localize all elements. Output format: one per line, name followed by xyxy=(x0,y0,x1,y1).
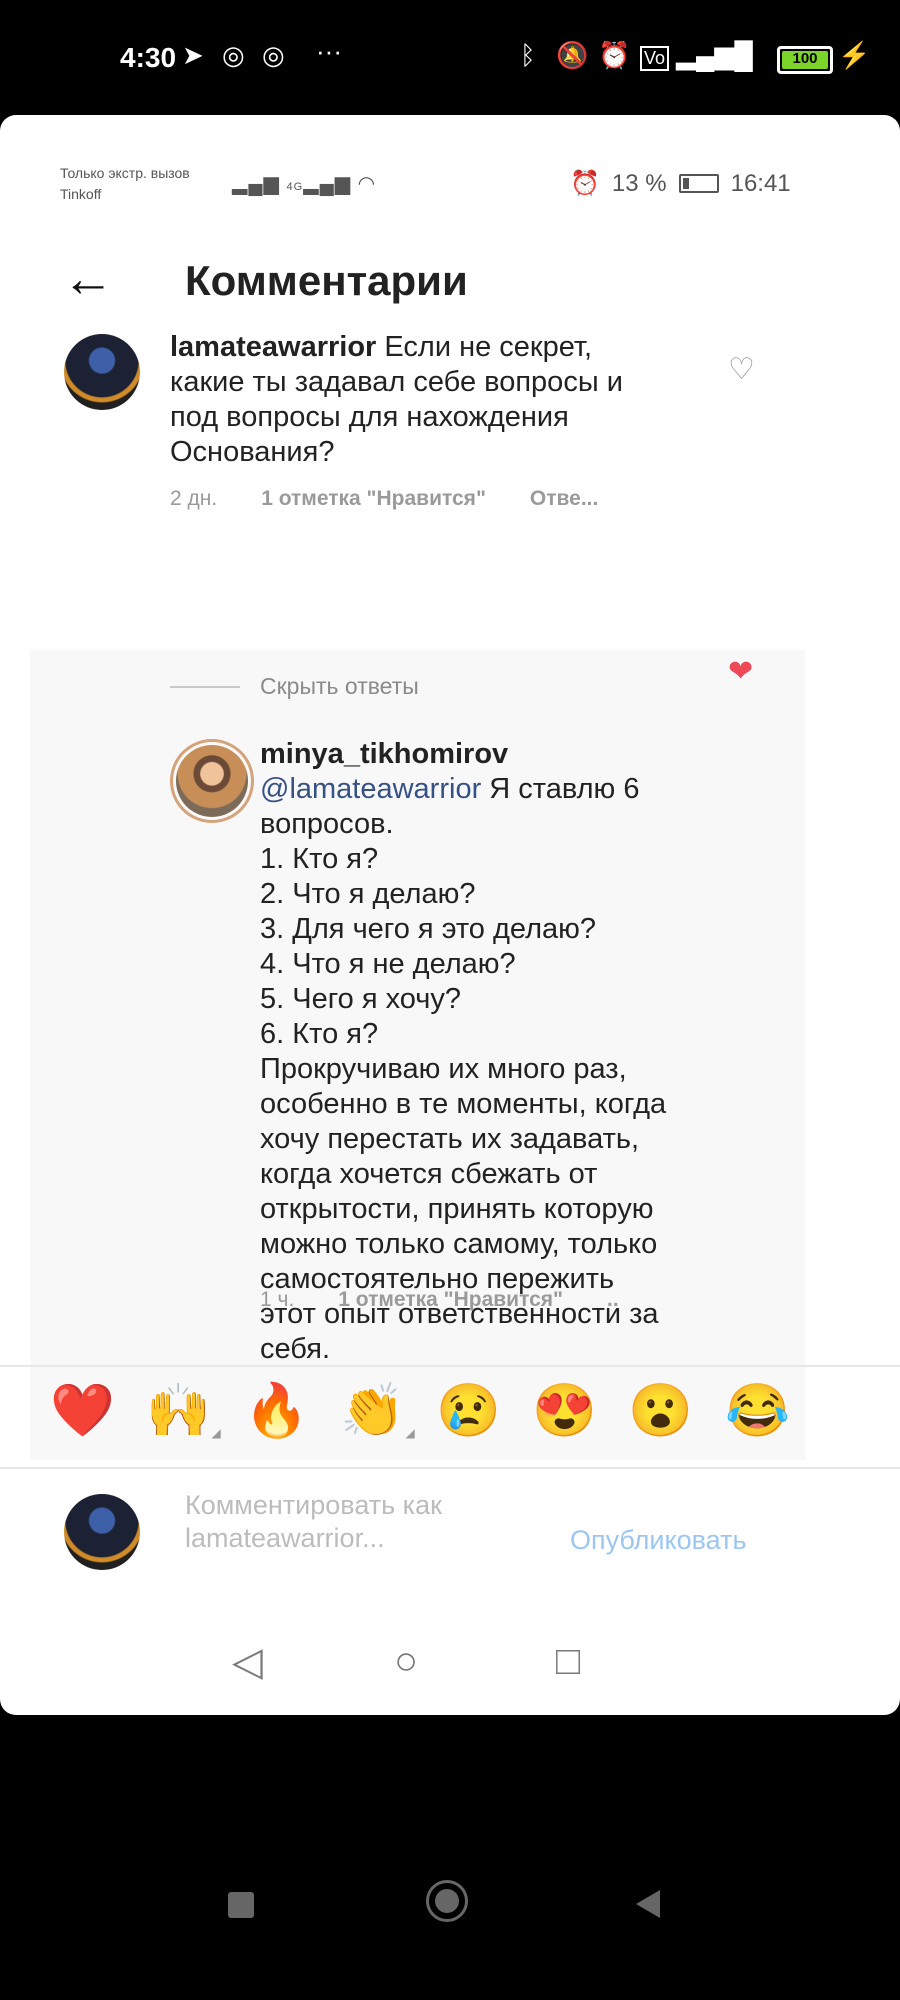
nav-home-icon[interactable]: ○ xyxy=(394,1639,418,1684)
more-options[interactable]: .. xyxy=(607,1288,619,1312)
home-icon[interactable] xyxy=(426,1880,468,1922)
more-notifications: ··· xyxy=(316,36,342,66)
reply-username[interactable]: minya_tikhomirov xyxy=(260,737,720,772)
reply-line: Прокручиваю их много раз, xyxy=(260,1053,627,1085)
reply-comment: minya_tikhomirov @lamateawarrior Я ставл… xyxy=(260,737,720,1367)
heart-eyes-reaction[interactable]: 😍 xyxy=(532,1385,597,1437)
carrier-line1: Только экстр. вызов xyxy=(60,165,190,181)
divider xyxy=(170,685,240,688)
reply-line: вопросов. xyxy=(260,808,394,840)
reply-mention[interactable]: @lamateawarrior xyxy=(260,773,481,805)
outer-status-bar: 4:30 ➤ ◎ ◎ ··· ᛒ 🔕 ⏰ Vo ▂▄▆█ ◠ 100 ⚡ xyxy=(0,0,900,115)
hide-replies-button[interactable]: Скрыть ответы xyxy=(170,673,419,700)
reply-line: хочу перестать их задавать, xyxy=(260,1123,640,1155)
comment-composer: Комментировать как lamateawarrior... Опу… xyxy=(0,1467,900,1617)
publish-button[interactable]: Опубликовать xyxy=(570,1525,747,1556)
bluetooth-icon: ᛒ xyxy=(520,40,536,70)
comment-age: 2 дн. xyxy=(170,487,218,510)
reply-line: особенно в те моменты, когда xyxy=(260,1088,667,1120)
astonished-face-reaction[interactable]: 😮 xyxy=(628,1385,693,1437)
inner-status-bar: Только экстр. вызов Tinkoff ▂▄▆ 4G▂▄▆ ◠ … xyxy=(0,115,900,225)
volte-icon: Vo xyxy=(640,46,670,71)
battery-label: 100 xyxy=(792,50,818,67)
comments-header: ← Комментарии xyxy=(0,225,900,335)
reply-avatar[interactable] xyxy=(170,739,254,823)
comment-likes[interactable]: 1 отметка "Нравится" xyxy=(261,487,486,511)
reply-line: можно только самому, только xyxy=(260,1228,658,1260)
nav-recents-icon[interactable]: □ xyxy=(556,1639,580,1684)
reaction-bar: ❤️ 🙌 ◢ 🔥 👏 ◢ 😢 😍 😮 😂 xyxy=(0,1365,900,1469)
arrow-left-icon[interactable]: ← xyxy=(62,253,114,305)
avatar[interactable] xyxy=(64,334,140,410)
instagram-icon: ◎ xyxy=(222,40,245,70)
comment-username[interactable]: lamateawarrior xyxy=(170,331,376,363)
comment-meta: 2 дн. 1 отметка "Нравится" Отве... xyxy=(170,487,598,511)
comment: lamateawarrior Если не секрет, какие ты … xyxy=(170,330,640,470)
heart-filled-icon[interactable]: ❤ xyxy=(728,657,753,687)
instagram-icon: ◎ xyxy=(262,40,285,70)
charging-icon: ⚡ xyxy=(838,40,871,70)
composer-avatar xyxy=(64,1494,140,1570)
alarm-icon: ⏰ xyxy=(598,40,631,70)
inner-time: 16:41 xyxy=(730,169,791,197)
tears-of-joy-reaction[interactable]: 😂 xyxy=(725,1385,790,1437)
signal-icon: ▂▄▆ 4G▂▄▆ ◠ xyxy=(232,173,377,195)
reply-line: Я ставлю 6 xyxy=(489,773,640,805)
reply-line: 3. Для чего я это делаю? xyxy=(260,913,597,945)
nav-back-icon[interactable]: ◁ xyxy=(232,1639,263,1685)
reply-line: себя. xyxy=(260,1333,331,1365)
reply-age: 1 ч. xyxy=(260,1288,295,1311)
battery-percent: 13 % xyxy=(611,169,667,197)
comment-text-block: lamateawarrior Если не секрет, какие ты … xyxy=(170,330,640,470)
recents-icon[interactable] xyxy=(228,1892,254,1918)
clapping-hands-reaction[interactable]: 👏 ◢ xyxy=(340,1382,415,1440)
variant-indicator-icon: ◢ xyxy=(211,1426,221,1440)
crying-face-reaction[interactable]: 😢 xyxy=(436,1385,501,1437)
reply-meta: 1 ч. 1 отметка "Нравится" .. xyxy=(260,1288,619,1312)
clapping-hands-emoji: 👏 xyxy=(340,1382,405,1440)
carrier-line2: Tinkoff xyxy=(60,186,102,202)
telegram-icon: ➤ xyxy=(182,40,204,70)
reply-likes[interactable]: 1 отметка "Нравится" xyxy=(338,1288,563,1312)
reply-button[interactable]: Отве... xyxy=(530,487,598,511)
reply-line: 1. Кто я? xyxy=(260,843,379,875)
reply-line: 5. Чего я хочу? xyxy=(260,983,461,1015)
screenshot-card: Только экстр. вызов Tinkoff ▂▄▆ 4G▂▄▆ ◠ … xyxy=(0,115,900,1715)
status-time: 4:30 xyxy=(120,42,177,73)
battery-icon: 100 xyxy=(777,46,833,74)
fire-reaction[interactable]: 🔥 xyxy=(244,1385,309,1437)
reply-body: @lamateawarrior Я ставлю 6 xyxy=(260,772,720,807)
comment-input[interactable]: Комментировать как lamateawarrior... xyxy=(185,1489,565,1555)
variant-indicator-icon: ◢ xyxy=(405,1426,415,1440)
reply-line: 6. Кто я? xyxy=(260,1018,379,1050)
reply-line: 2. Что я делаю? xyxy=(260,878,476,910)
reply-line: открытости, принять которую xyxy=(260,1193,654,1225)
mute-icon: 🔕 xyxy=(556,40,589,70)
heart-outline-icon[interactable]: ♡ xyxy=(728,355,755,385)
wifi-icon: ◠ xyxy=(728,40,751,70)
outer-nav-bar xyxy=(0,1880,900,1960)
inner-status-right: ⏰ 13 % 16:41 xyxy=(570,169,791,198)
raising-hands-emoji: 🙌 xyxy=(146,1382,211,1440)
alarm-icon: ⏰ xyxy=(570,170,600,197)
reply-line: когда хочется сбежать от xyxy=(260,1158,598,1190)
hide-replies-label: Скрыть ответы xyxy=(260,673,419,699)
reply-line: 4. Что я не делаю? xyxy=(260,948,516,980)
back-icon[interactable] xyxy=(636,1890,660,1918)
page-title: Комментарии xyxy=(185,257,468,304)
raising-hands-reaction[interactable]: 🙌 ◢ xyxy=(146,1382,221,1440)
network-label: 4G xyxy=(286,181,304,193)
battery-icon xyxy=(678,174,719,193)
red-heart-reaction[interactable]: ❤️ xyxy=(50,1385,115,1437)
inner-nav-bar: ◁ ○ □ xyxy=(0,1617,900,1715)
